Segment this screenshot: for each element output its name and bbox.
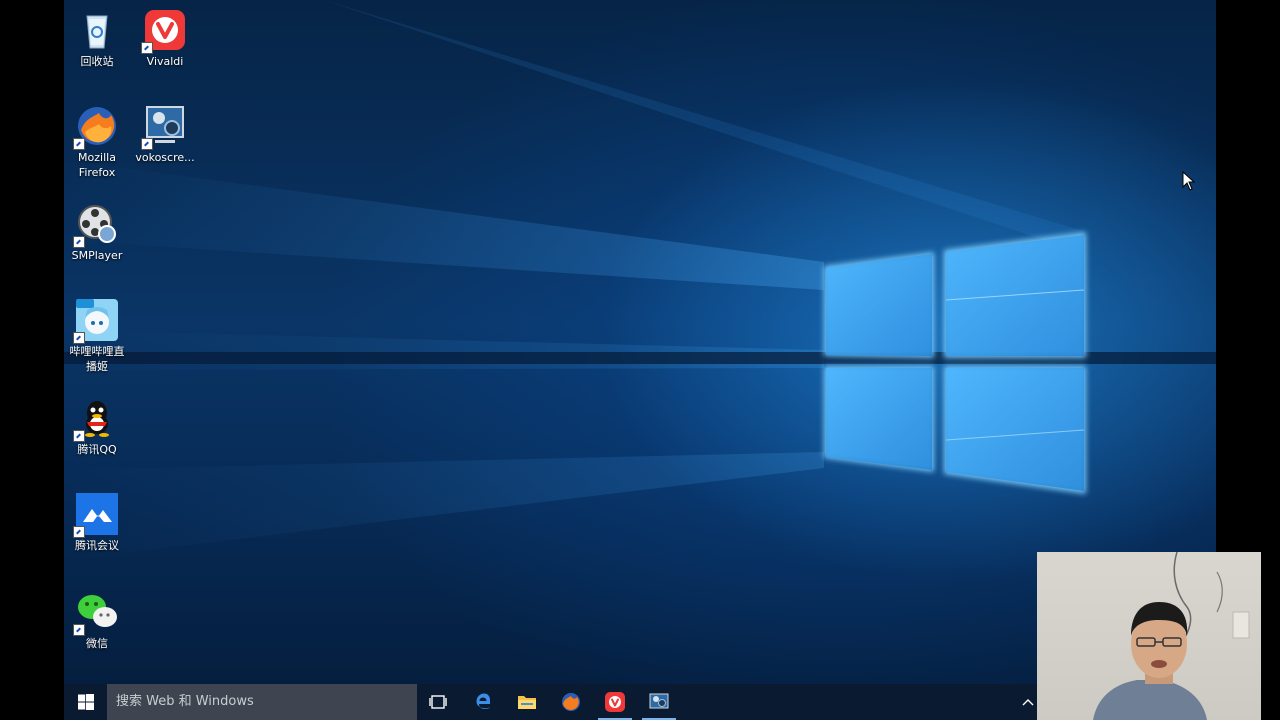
shortcut-arrow-icon [73,430,85,442]
shortcut-arrow-icon [73,624,85,636]
shortcut-arrow-icon [141,42,153,54]
chevron-up-icon [1022,699,1034,706]
edge-icon [476,693,490,709]
firefox-icon [562,693,580,711]
desktop-icon-label: 回收站 [80,55,114,68]
bilibili-live-icon [73,298,119,344]
desktop-icon-recycle-bin[interactable]: 回收站 [64,8,134,69]
desktop-icon-bilibili-live[interactable]: 哔哩哔哩直播姬 [64,298,134,374]
desktop-icon-vokoscreen[interactable]: vokoscre... [128,104,202,165]
search-input[interactable]: 搜索 Web 和 Windows [107,684,417,720]
webcam-overlay [1037,552,1261,720]
start-button[interactable] [64,684,107,720]
taskbar-edge-button[interactable] [462,684,504,720]
desktop-icon-label: SMPlayer [71,249,123,262]
desktop-icon-label: Mozilla Firefox [78,151,116,179]
shortcut-arrow-icon [141,138,153,150]
wechat-icon [73,590,119,636]
taskbar-vokoscreen-button[interactable] [638,684,680,720]
vivaldi-icon [141,8,187,54]
windows-logo-icon [78,694,94,710]
vokoscreen-icon [649,693,669,709]
mouse-pointer-icon [1182,171,1196,191]
desktop-icon-tencent-meeting[interactable]: 腾讯会议 [64,492,134,553]
desktop-icon-label: 腾讯QQ [77,443,117,456]
firefox-icon [73,104,119,150]
task-view-icon [429,695,447,709]
file-explorer-icon [518,696,536,709]
desktop-icon-label: 腾讯会议 [75,539,119,552]
presenter-video-image [1093,552,1250,720]
tencent-meeting-icon [73,492,119,538]
desktop-icon-vivaldi[interactable]: Vivaldi [128,8,202,69]
shortcut-arrow-icon [73,236,85,248]
taskbar-vivaldi-button[interactable] [594,684,636,720]
smplayer-icon [73,202,119,248]
vokoscreen-icon [141,104,187,150]
desktop-icon-label: 微信 [86,637,108,650]
qq-icon [73,396,119,442]
task-view-button[interactable] [417,684,459,720]
recycle-bin-icon [75,8,119,52]
desktop-icon-firefox[interactable]: Mozilla Firefox [64,104,134,180]
shortcut-arrow-icon [73,526,85,538]
desktop-icon-label: vokoscre... [135,151,195,164]
desktop-icon-wechat[interactable]: 微信 [64,590,134,651]
vivaldi-icon [605,692,625,712]
taskbar-file-explorer-button[interactable] [506,684,548,720]
shortcut-arrow-icon [73,138,85,150]
desktop-icon-label: 哔哩哔哩直播姬 [69,345,125,373]
desktop-icon-label: Vivaldi [146,55,184,68]
desktop-icon-smplayer[interactable]: SMPlayer [64,202,134,263]
desktop-icon-qq[interactable]: 腾讯QQ [64,396,134,457]
taskbar-firefox-button[interactable] [550,684,592,720]
shortcut-arrow-icon [73,332,85,344]
